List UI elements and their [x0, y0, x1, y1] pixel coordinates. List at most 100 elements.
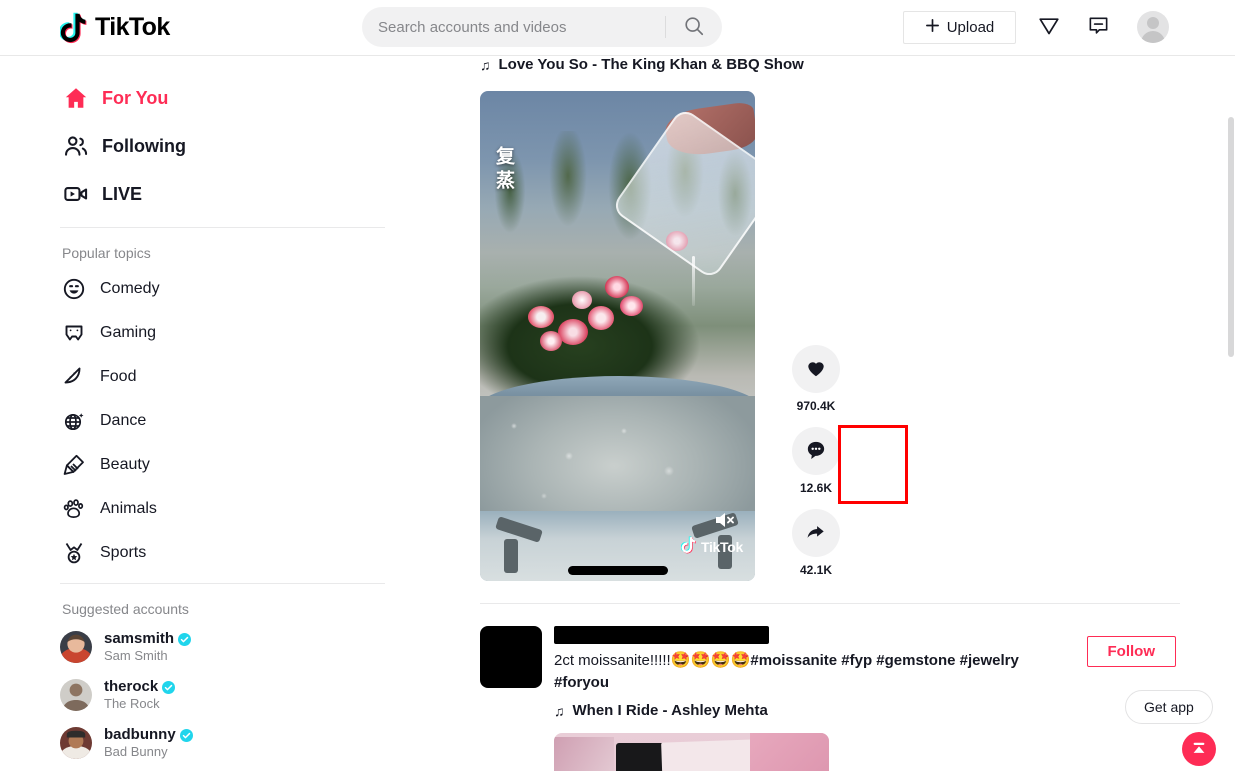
post-2-thumb-box-lid [661, 739, 759, 771]
post-2-video-player[interactable]: Free bie [554, 733, 829, 771]
live-video-icon [60, 178, 92, 210]
page-scrollbar-track[interactable] [1227, 57, 1235, 771]
avatar-body-shape [1141, 31, 1165, 43]
sidebar-item-live[interactable]: LIVE [60, 174, 420, 214]
speaker-muted-icon [713, 510, 737, 535]
account-display-name: Bad Bunny [104, 744, 168, 759]
suggested-accounts-heading: Suggested accounts [62, 601, 189, 617]
post-2-caption-emojis: 🤩🤩🤩🤩 [670, 652, 751, 669]
sidebar-item-sports[interactable]: Sports [60, 531, 420, 575]
comment-button[interactable] [792, 427, 840, 475]
feed-post-1: ♫ Love You So - The King Khan & BBQ Show [480, 56, 1190, 581]
account-display-name: The Rock [104, 696, 160, 711]
upload-button-label: Upload [946, 19, 995, 36]
gamepad-icon [60, 319, 88, 347]
sidebar-item-following[interactable]: Following [60, 126, 420, 166]
post-2-avatar-redacted[interactable] [480, 626, 542, 688]
sidebar-label-gaming: Gaming [100, 324, 157, 341]
post-1-video-player[interactable]: 复蒸 TikTok [480, 91, 755, 581]
tiktok-logo[interactable]: TikTok [58, 10, 170, 44]
account-username: samsmith [104, 630, 175, 647]
plus-icon [925, 18, 940, 37]
list-item-meta: samsmith Sam Smith [104, 630, 192, 664]
tiktok-logo-text: TikTok [95, 13, 170, 41]
flower-shape [558, 319, 588, 345]
sidebar-item-beauty[interactable]: Beauty [60, 443, 420, 487]
follow-button[interactable]: Follow [1086, 636, 1176, 667]
flower-shape [528, 306, 554, 328]
sidebar-label-dance: Dance [100, 412, 147, 429]
search-icon [683, 15, 705, 40]
post-1-music-row[interactable]: ♫ Love You So - The King Khan & BBQ Show [480, 56, 1190, 73]
watermark-text: TikTok [700, 539, 743, 555]
username-row: badbunny [104, 726, 193, 744]
post-2-username-redacted[interactable] [554, 626, 769, 644]
messages-button[interactable] [1083, 12, 1113, 42]
flower-shape [572, 291, 592, 309]
page-scrollbar-thumb[interactable] [1228, 117, 1234, 357]
flower-shape [605, 276, 629, 298]
search-button[interactable] [666, 7, 722, 47]
medal-icon [60, 539, 88, 567]
sidebar-item-dance[interactable]: Dance [60, 399, 420, 443]
search-input[interactable] [362, 18, 665, 36]
like-group: 970.4K [792, 345, 840, 413]
post-2-music-title: When I Ride - Ashley Mehta [572, 702, 768, 719]
verified-badge-icon [162, 680, 176, 694]
avatar-head-shape [1147, 17, 1159, 29]
sidebar-label-animals: Animals [100, 500, 157, 517]
sidebar-label-sports: Sports [100, 544, 147, 561]
sidebar-label-beauty: Beauty [100, 456, 150, 473]
avatar [60, 727, 92, 759]
users-icon [60, 130, 92, 162]
video-water-drip [692, 256, 695, 306]
sidebar-item-animals[interactable]: Animals [60, 487, 420, 531]
sidebar-item-comedy[interactable]: Comedy [60, 267, 420, 311]
sidebar-item-gaming[interactable]: Gaming [60, 311, 420, 355]
post-2-thumb-left-object [554, 737, 614, 771]
top-header-bar: TikTok Upload [0, 0, 1235, 56]
list-item[interactable]: badbunny Bad Bunny [60, 719, 420, 767]
flower-shape [588, 306, 614, 330]
paw-print-icon [60, 495, 88, 523]
post-2-music-row[interactable]: ♫ When I Ride - Ashley Mehta [554, 702, 1044, 719]
music-note-icon: ♫ [480, 56, 491, 73]
video-progress-bar[interactable] [567, 566, 668, 575]
list-item[interactable]: therock The Rock [60, 671, 420, 719]
post-1-music-title: Love You So - The King Khan & BBQ Show [498, 56, 804, 73]
home-icon [60, 82, 92, 114]
popular-topics-heading: Popular topics [62, 245, 151, 261]
upload-button[interactable]: Upload [903, 11, 1016, 44]
pizza-slice-icon [60, 363, 88, 391]
send-message-button[interactable] [1034, 12, 1064, 42]
message-bubble-icon [1087, 14, 1110, 40]
paper-plane-icon [1037, 14, 1061, 41]
post-2-caption: 2ct moissanite!!!!!🤩🤩🤩🤩#moissanite #fyp … [554, 650, 1044, 694]
account-display-name: Sam Smith [104, 648, 168, 663]
share-arrow-icon [805, 521, 827, 546]
heart-icon [805, 357, 827, 382]
tiktok-watermark: TikTok [680, 535, 743, 559]
sidebar-divider-2 [60, 583, 385, 584]
account-username: badbunny [104, 726, 176, 743]
music-note-icon: ♫ [554, 702, 565, 719]
sidebar-label-following: Following [102, 135, 186, 156]
sidebar-item-for-you[interactable]: For You [60, 78, 420, 118]
comment-bubble-icon [805, 439, 827, 464]
comment-count: 12.6K [799, 481, 833, 495]
mute-toggle-button[interactable] [713, 510, 737, 535]
like-button[interactable] [792, 345, 840, 393]
get-app-button[interactable]: Get app [1125, 690, 1213, 724]
sidebar-item-food[interactable]: Food [60, 355, 420, 399]
tiktok-note-icon [680, 535, 698, 559]
scroll-to-top-button[interactable] [1182, 732, 1216, 766]
post-2-caption-text: 2ct moissanite!!!!! [554, 652, 671, 669]
list-item[interactable]: samsmith Sam Smith [60, 623, 420, 671]
sidebar-label-comedy: Comedy [100, 280, 160, 297]
search-container [362, 7, 722, 47]
username-row: samsmith [104, 630, 192, 648]
avatar [60, 679, 92, 711]
profile-avatar-button[interactable] [1137, 11, 1169, 43]
share-button[interactable] [792, 509, 840, 557]
username-row: therock [104, 678, 176, 696]
